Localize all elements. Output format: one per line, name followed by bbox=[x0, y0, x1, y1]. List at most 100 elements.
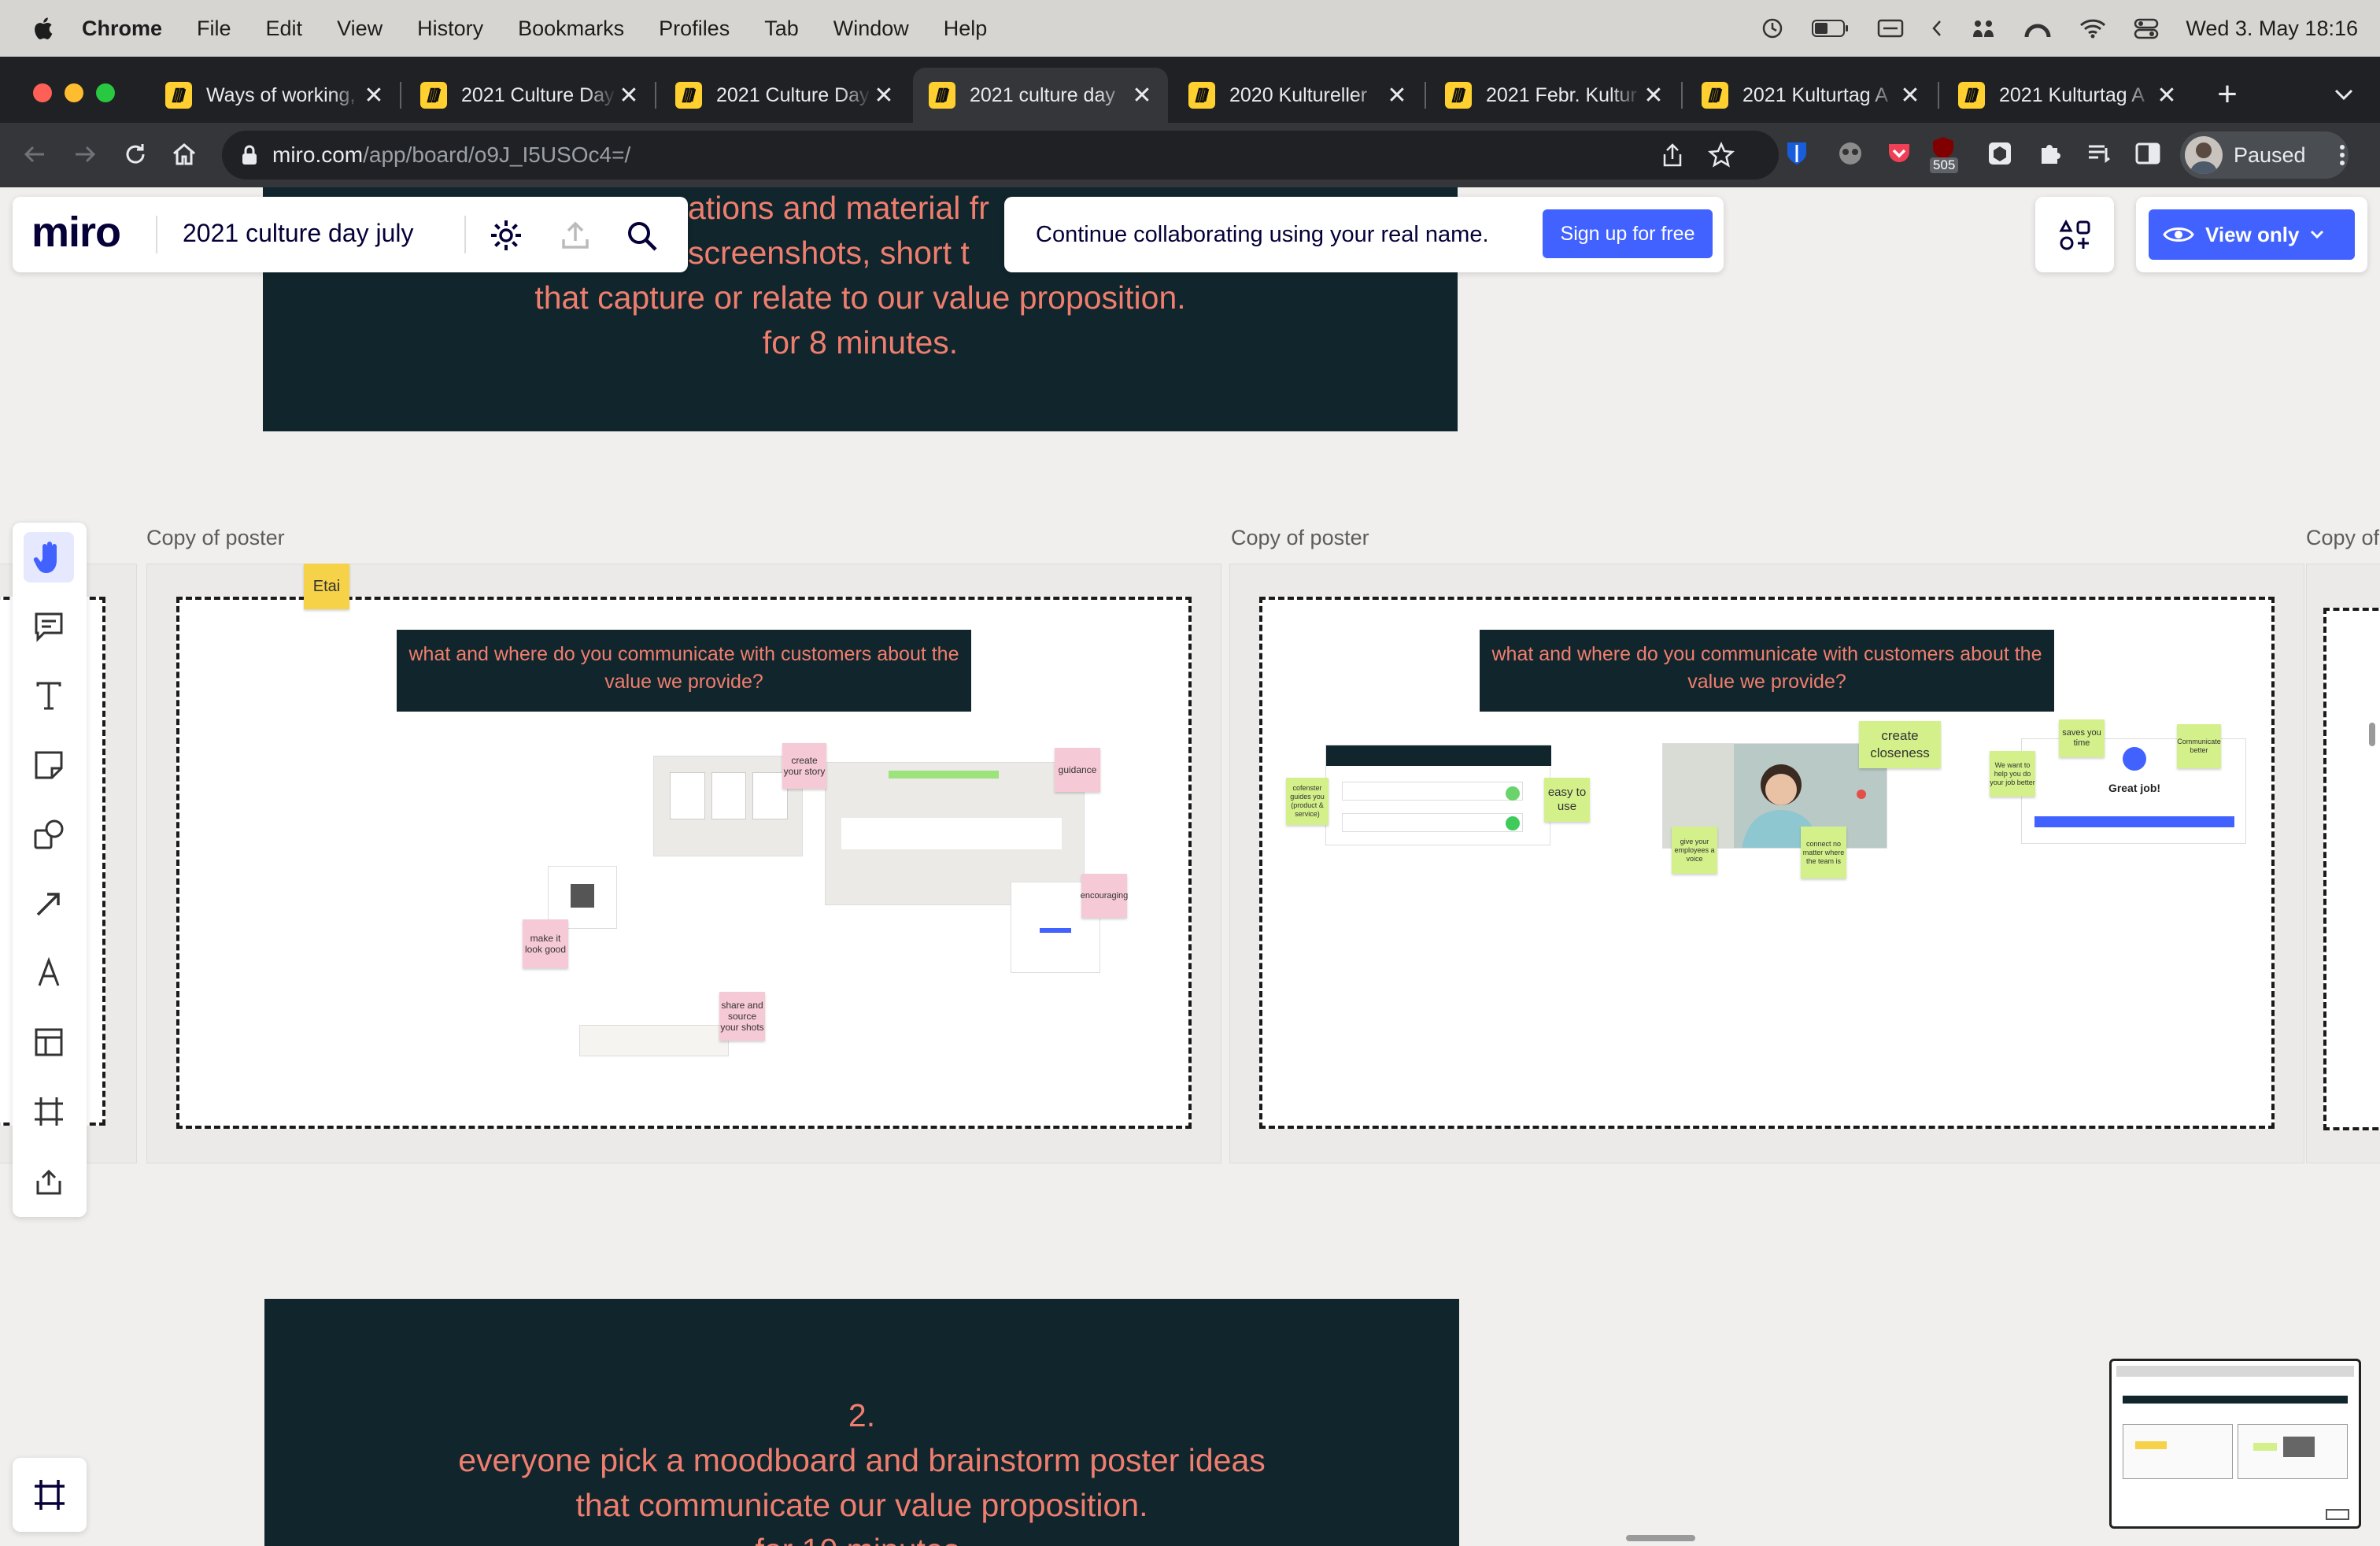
menu-app-name[interactable]: Chrome bbox=[82, 17, 162, 41]
window-minimize-button[interactable] bbox=[65, 83, 83, 102]
menu-profiles[interactable]: Profiles bbox=[659, 17, 730, 41]
minimap[interactable] bbox=[2109, 1359, 2361, 1529]
tab-2[interactable]: 2021 Culture Day ✕ bbox=[405, 68, 655, 123]
control-icon[interactable] bbox=[1970, 17, 1997, 40]
sticky-note[interactable]: encouraging bbox=[1081, 874, 1128, 918]
sticky-note[interactable]: make it look good bbox=[523, 919, 568, 968]
sticky-note[interactable]: create closeness bbox=[1859, 721, 1941, 768]
menu-tab[interactable]: Tab bbox=[764, 17, 799, 41]
reading-list-icon[interactable] bbox=[2086, 140, 2112, 167]
shapes-tool[interactable] bbox=[24, 809, 74, 860]
sticky-note[interactable]: We want to help you do your job better bbox=[1990, 751, 2035, 797]
sticky-note[interactable]: saves you time bbox=[2059, 719, 2105, 757]
horizontal-scrollbar[interactable] bbox=[1626, 1535, 1695, 1541]
board-canvas[interactable]: ations and material fr screenshots, shor… bbox=[0, 187, 2380, 1546]
extension-mask-icon[interactable] bbox=[1837, 140, 1864, 167]
apps-icon[interactable] bbox=[2059, 219, 2092, 252]
share-icon[interactable] bbox=[1661, 142, 1684, 168]
frame-tool[interactable] bbox=[24, 1086, 74, 1137]
menu-history[interactable]: History bbox=[417, 17, 483, 41]
vertical-scrollbar[interactable] bbox=[2369, 723, 2375, 746]
tab-close-icon[interactable]: ✕ bbox=[1130, 82, 1154, 109]
wifi-icon[interactable] bbox=[2079, 17, 2107, 39]
tab-8[interactable]: 2021 Kulturtag A ✕ bbox=[1942, 68, 2193, 123]
sticky-note[interactable]: connect no matter where the team is bbox=[1801, 827, 1846, 878]
sticky-note[interactable]: share and source your shots bbox=[719, 992, 765, 1041]
pen-tool[interactable] bbox=[24, 948, 74, 998]
export-icon[interactable] bbox=[559, 219, 592, 252]
chrome-menu-icon[interactable] bbox=[2334, 142, 2350, 168]
tab-close-icon[interactable]: ✕ bbox=[1385, 82, 1409, 109]
tab-3[interactable]: 2021 Culture Day ✕ bbox=[660, 68, 910, 123]
vpn-icon[interactable] bbox=[2023, 17, 2052, 40]
sign-up-button[interactable]: Sign up for free bbox=[1543, 209, 1713, 258]
menu-window[interactable]: Window bbox=[833, 17, 909, 41]
sticky-note[interactable]: Communicate better bbox=[2177, 724, 2221, 768]
comment-tool[interactable] bbox=[24, 601, 74, 652]
sticky-note[interactable]: give your employees a voice bbox=[1672, 827, 1717, 874]
menu-help[interactable]: Help bbox=[944, 17, 988, 41]
instruction-block-2[interactable]: 2. everyone pick a moodboard and brainst… bbox=[264, 1299, 1459, 1546]
frame-label[interactable]: Copy of poster bbox=[146, 526, 285, 550]
search-icon[interactable] bbox=[625, 219, 660, 253]
board-title[interactable]: 2021 culture day july bbox=[183, 219, 414, 248]
forward-icon[interactable] bbox=[71, 140, 99, 168]
tab-close-icon[interactable]: ✕ bbox=[362, 82, 386, 109]
bookmark-star-icon[interactable] bbox=[1708, 142, 1735, 168]
pocket-icon[interactable] bbox=[1886, 140, 1913, 167]
menu-bookmarks[interactable]: Bookmarks bbox=[518, 17, 624, 41]
tab-1[interactable]: Ways of working, ✕ bbox=[150, 68, 400, 123]
side-panel-icon[interactable] bbox=[2134, 140, 2161, 167]
tab-close-icon[interactable]: ✕ bbox=[2155, 82, 2179, 109]
name-sticky[interactable]: Etai bbox=[304, 564, 349, 609]
screenshot-thumbnail[interactable] bbox=[1325, 745, 1551, 845]
tab-search-chevron-icon[interactable] bbox=[2333, 87, 2355, 102]
apple-icon[interactable] bbox=[31, 16, 54, 41]
display-icon[interactable] bbox=[1877, 18, 1904, 39]
frame-label[interactable]: Copy of poster bbox=[1231, 526, 1369, 550]
tab-close-icon[interactable]: ✕ bbox=[1898, 82, 1922, 109]
tab-6[interactable]: 2021 Febr. Kultur ✕ bbox=[1429, 68, 1680, 123]
address-bar[interactable]: miro.com/app/board/o9J_I5USOc4=/ bbox=[222, 131, 1779, 179]
sticky-note[interactable]: create your story bbox=[782, 743, 826, 789]
text-tool[interactable] bbox=[24, 671, 74, 721]
tab-close-icon[interactable]: ✕ bbox=[872, 82, 896, 109]
hand-tool[interactable] bbox=[24, 532, 74, 583]
battery-icon[interactable] bbox=[1811, 18, 1850, 39]
arrow-tool[interactable] bbox=[24, 878, 74, 929]
miro-logo[interactable]: miro bbox=[31, 208, 121, 257]
control-center-icon[interactable] bbox=[2134, 17, 2159, 39]
new-tab-icon[interactable]: + bbox=[2208, 76, 2246, 113]
question-box-2[interactable]: what and where do you communicate with c… bbox=[1480, 630, 2054, 712]
view-only-button[interactable]: View only bbox=[2149, 209, 2355, 260]
profile-button[interactable]: Paused bbox=[2180, 131, 2349, 179]
tab-5[interactable]: 2020 Kultureller ✕ bbox=[1173, 68, 1423, 123]
sticky-note[interactable]: cofenster guides you (product & service) bbox=[1286, 778, 1329, 825]
bitwarden-icon[interactable] bbox=[1785, 140, 1809, 167]
window-close-button[interactable] bbox=[33, 83, 52, 102]
home-icon[interactable] bbox=[170, 140, 198, 168]
frame-label[interactable]: Copy of bbox=[2306, 526, 2379, 550]
tab-close-icon[interactable]: ✕ bbox=[617, 82, 641, 109]
menu-clock[interactable]: Wed 3. May 18:16 bbox=[2186, 17, 2358, 41]
screenshot-thumbnail[interactable] bbox=[579, 1025, 729, 1056]
lock-icon[interactable] bbox=[241, 144, 258, 166]
sticky-note-tool[interactable] bbox=[24, 740, 74, 790]
back-icon[interactable] bbox=[20, 140, 49, 168]
frames-panel-button[interactable] bbox=[13, 1458, 87, 1532]
reload-icon[interactable] bbox=[121, 140, 150, 168]
menu-file[interactable]: File bbox=[197, 17, 231, 41]
templates-tool[interactable] bbox=[24, 1017, 74, 1067]
sticky-note[interactable]: guidance bbox=[1055, 748, 1100, 792]
menu-edit[interactable]: Edit bbox=[266, 17, 303, 41]
settings-icon[interactable] bbox=[488, 217, 524, 253]
chevron-left-icon[interactable] bbox=[1931, 18, 1943, 39]
tab-4-active[interactable]: 2021 culture day ✕ bbox=[913, 68, 1168, 123]
extensions-puzzle-icon[interactable] bbox=[2037, 140, 2064, 167]
question-box-1[interactable]: what and where do you communicate with c… bbox=[397, 630, 971, 712]
ublock-extension[interactable]: 505 bbox=[1930, 135, 1964, 175]
tab-7[interactable]: 2021 Kulturtag A ✕ bbox=[1686, 68, 1936, 123]
sticky-note[interactable]: easy to use bbox=[1544, 778, 1590, 822]
screenshot-thumbnail[interactable] bbox=[653, 756, 803, 856]
time-machine-icon[interactable] bbox=[1761, 17, 1784, 40]
